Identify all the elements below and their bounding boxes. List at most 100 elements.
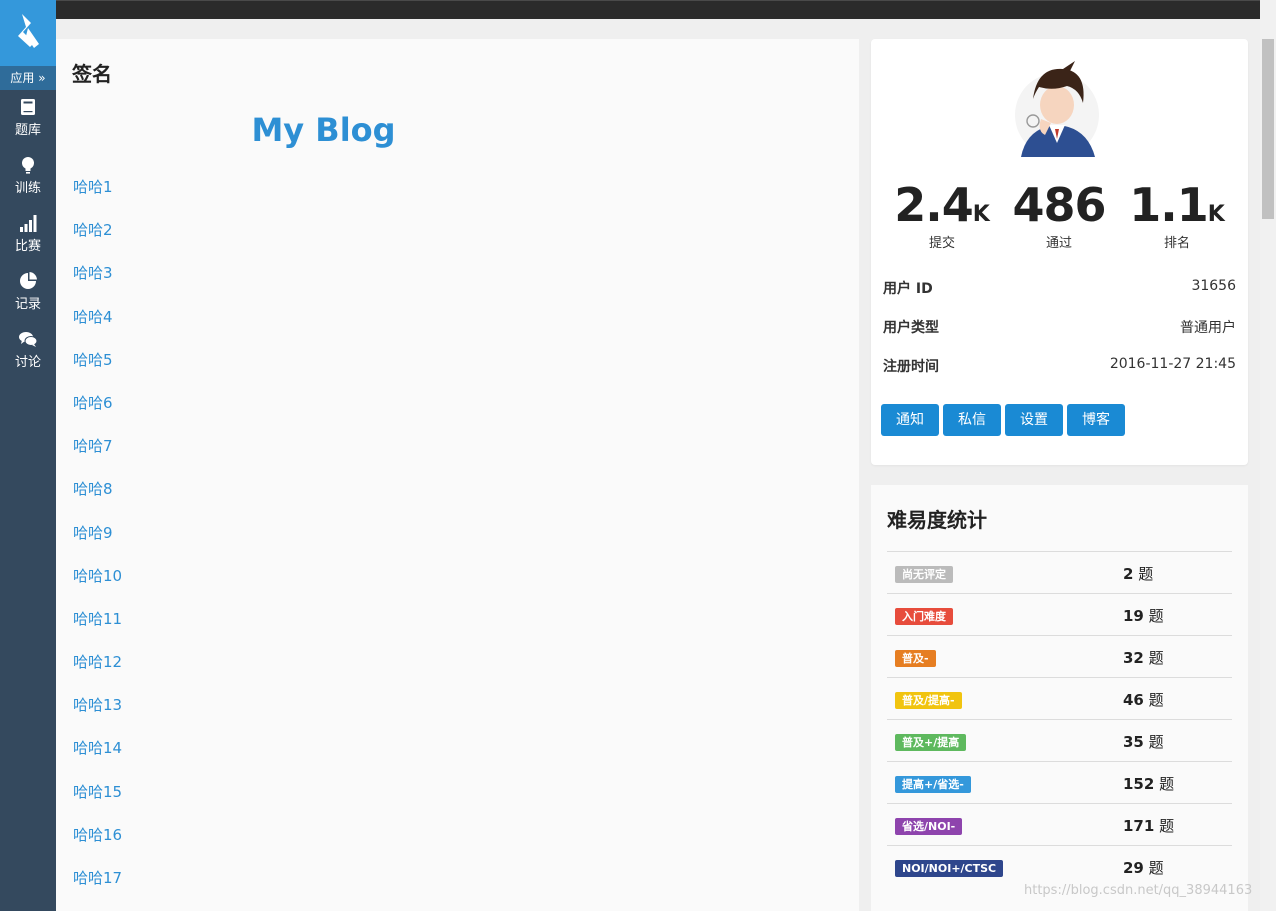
info-key: 用户类型: [883, 320, 939, 336]
info-row-user-id: 用户 ID 31656: [883, 278, 1236, 298]
difficulty-tag[interactable]: NOI/NOI+/CTSC: [895, 860, 1004, 877]
count-unit: 题: [1148, 649, 1164, 667]
sidebar-item-label: 比赛: [14, 239, 41, 254]
notifications-button[interactable]: 通知: [881, 404, 939, 436]
count-value: 32: [1123, 649, 1144, 667]
blog-link[interactable]: 哈哈14: [73, 737, 122, 780]
signature-card: 签名 My Blog 哈哈1 哈哈2 哈哈3 哈哈4 哈哈5 哈哈6 哈哈7 哈…: [56, 39, 859, 911]
difficulty-row: 尚无评定 2 题: [887, 551, 1232, 593]
difficulty-tag[interactable]: 普及/提高-: [895, 692, 962, 709]
difficulty-count: 171 题: [1123, 815, 1174, 836]
stat-submissions: 2.4K 提交: [883, 180, 1001, 251]
info-key: 注册时间: [883, 359, 939, 375]
difficulty-row: 普及/提高- 46 题: [887, 677, 1232, 719]
blog-link[interactable]: 哈哈5: [73, 349, 122, 392]
difficulty-count: 32 题: [1123, 647, 1164, 668]
difficulty-row: 提高+/省选- 152 题: [887, 761, 1232, 803]
difficulty-row: 省选/NOI- 171 题: [887, 803, 1232, 845]
top-bar: [0, 0, 1260, 19]
difficulty-row: 入门难度 19 题: [887, 593, 1232, 635]
difficulty-stats-card: 难易度统计 尚无评定 2 题 入门难度 19 题 普及- 32 题 普及/提高-…: [871, 485, 1248, 911]
info-value: 2016-11-27 21:45: [1109, 356, 1236, 372]
blog-link[interactable]: 哈哈7: [73, 435, 122, 478]
count-value: 29: [1123, 859, 1144, 877]
blog-link[interactable]: 哈哈3: [73, 262, 122, 305]
blog-link[interactable]: 哈哈9: [73, 522, 122, 565]
stat-label: 通过: [1045, 236, 1072, 251]
stat-rank: 1.1K 排名: [1118, 180, 1236, 251]
difficulty-tag[interactable]: 省选/NOI-: [895, 818, 963, 835]
sidebar-item-problems[interactable]: 题库: [0, 97, 56, 153]
sidebar-item-records[interactable]: 记录: [0, 271, 56, 327]
count-value: 171: [1123, 817, 1155, 835]
blog-link[interactable]: 哈哈13: [73, 694, 122, 737]
count-unit: 题: [1148, 607, 1164, 625]
count-value: 19: [1123, 607, 1144, 625]
info-value: 31656: [1191, 278, 1236, 294]
blog-link[interactable]: 哈哈10: [73, 565, 122, 608]
count-unit: 题: [1138, 565, 1154, 583]
logo-icon: [18, 14, 39, 48]
blog-button[interactable]: 博客: [1067, 404, 1125, 436]
stat-accepted: 486 通过: [1000, 180, 1118, 251]
apps-menu[interactable]: 应用 »: [0, 66, 56, 90]
count-value: 2: [1123, 565, 1134, 583]
blog-link[interactable]: 哈哈2: [73, 219, 122, 262]
blog-link[interactable]: 哈哈17: [73, 867, 122, 910]
blog-link-list: 哈哈1 哈哈2 哈哈3 哈哈4 哈哈5 哈哈6 哈哈7 哈哈8 哈哈9 哈哈10…: [73, 176, 122, 910]
sidebar-item-label: 记录: [14, 297, 41, 312]
site-logo[interactable]: [0, 0, 56, 66]
pie-chart-icon: [20, 272, 37, 289]
difficulty-row: NOI/NOI+/CTSC 29 题: [887, 845, 1232, 887]
private-message-button[interactable]: 私信: [943, 404, 1001, 436]
difficulty-table: 尚无评定 2 题 入门难度 19 题 普及- 32 题 普及/提高- 46 题 …: [887, 551, 1232, 887]
count-value: 152: [1123, 775, 1155, 793]
difficulty-tag[interactable]: 提高+/省选-: [895, 776, 971, 793]
sidebar-item-label: 题库: [14, 123, 41, 138]
difficulty-count: 19 题: [1123, 605, 1164, 626]
sidebar-item-contests[interactable]: 比赛: [0, 213, 56, 269]
stat-label: 排名: [1163, 236, 1190, 251]
blog-heading: My Blog: [251, 111, 396, 149]
blog-link[interactable]: 哈哈11: [73, 608, 122, 651]
difficulty-count: 35 题: [1123, 731, 1164, 752]
stat-value: 2.4: [894, 178, 973, 232]
count-unit: 题: [1148, 859, 1164, 877]
blog-link[interactable]: 哈哈15: [73, 781, 122, 824]
difficulty-count: 46 题: [1123, 689, 1164, 710]
difficulty-tag[interactable]: 入门难度: [895, 608, 953, 625]
stat-value: 486: [1012, 178, 1106, 232]
sidebar: 应用 » 题库 训练 比赛 记录 讨论: [0, 0, 56, 911]
blog-link[interactable]: 哈哈1: [73, 176, 122, 219]
difficulty-count: 29 题: [1123, 857, 1164, 878]
stat-unit: K: [972, 202, 990, 227]
book-icon: [21, 99, 35, 115]
scrollbar-thumb[interactable]: [1262, 39, 1274, 219]
difficulty-tag[interactable]: 普及-: [895, 650, 936, 667]
sidebar-item-label: 训练: [14, 181, 41, 196]
blog-link[interactable]: 哈哈8: [73, 478, 122, 521]
difficulty-row: 普及- 32 题: [887, 635, 1232, 677]
blog-link[interactable]: 哈哈6: [73, 392, 122, 435]
chat-bubbles-icon: [19, 332, 38, 347]
lightbulb-icon: [22, 157, 34, 174]
count-unit: 题: [1148, 691, 1164, 709]
difficulty-count: 152 题: [1123, 773, 1174, 794]
watermark: https://blog.csdn.net/qq_38944163: [1024, 883, 1253, 898]
blog-link[interactable]: 哈哈4: [73, 306, 122, 349]
blog-link[interactable]: 哈哈12: [73, 651, 122, 694]
signature-title: 签名: [72, 62, 112, 86]
settings-button[interactable]: 设置: [1005, 404, 1063, 436]
signal-bars-icon: [20, 215, 37, 232]
stat-label: 提交: [928, 236, 955, 251]
blog-link[interactable]: 哈哈16: [73, 824, 122, 867]
sidebar-item-label: 讨论: [14, 355, 41, 370]
difficulty-tag[interactable]: 尚无评定: [895, 566, 953, 583]
stat-value: 1.1: [1129, 178, 1208, 232]
difficulty-count: 2 题: [1123, 563, 1153, 584]
sidebar-item-discuss[interactable]: 讨论: [0, 329, 56, 385]
sidebar-item-training[interactable]: 训练: [0, 155, 56, 211]
difficulty-tag[interactable]: 普及+/提高: [895, 734, 967, 751]
count-unit: 题: [1159, 775, 1175, 793]
avatar[interactable]: [1013, 59, 1101, 158]
